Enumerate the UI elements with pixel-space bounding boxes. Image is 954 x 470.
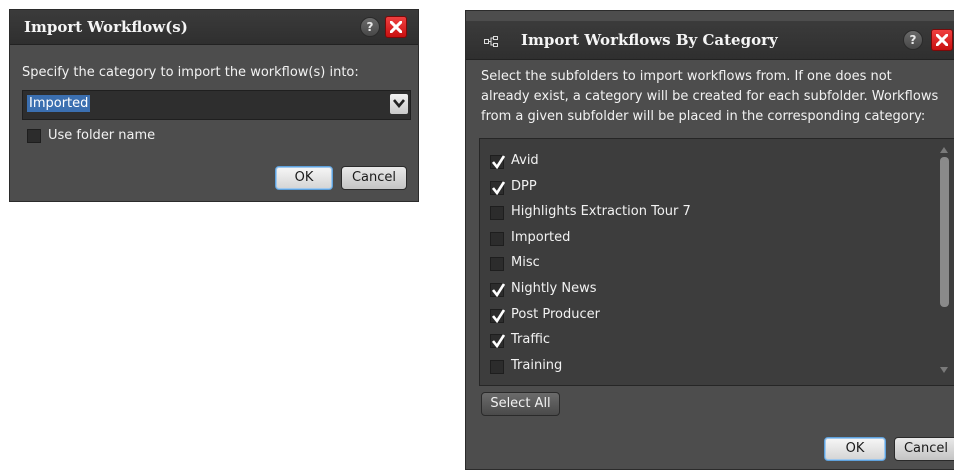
cancel-button[interactable]: Cancel	[341, 166, 407, 190]
subfolder-checkbox[interactable]	[490, 334, 505, 349]
checkmark-icon	[492, 180, 505, 195]
category-select[interactable]: Imported	[22, 90, 411, 120]
dialog-title: Import Workflows By Category	[521, 31, 778, 49]
subfolder-list[interactable]: Avid DPP Highlights Extraction Tour 7 Impor…	[479, 138, 954, 386]
dialog-title: Import Workflow(s)	[24, 18, 188, 36]
close-icon	[936, 34, 948, 46]
dialog-titlebar[interactable]: Import Workflow(s) ?	[10, 10, 418, 45]
checkmark-icon	[492, 334, 505, 349]
checkmark-icon	[492, 283, 505, 297]
subfolder-label: Traffic	[511, 332, 551, 348]
close-icon	[390, 21, 402, 33]
import-by-category-dialog: Import Workflows By Category ? Select th…	[465, 10, 954, 470]
category-select-value: Imported	[27, 95, 91, 112]
close-button[interactable]	[931, 29, 953, 51]
scroll-down-arrow[interactable]	[939, 365, 949, 375]
dialog-titlebar[interactable]: Import Workflows By Category ?	[466, 21, 954, 60]
subfolder-label: Avid	[511, 153, 539, 168]
subfolder-label: Misc	[511, 255, 540, 271]
help-button[interactable]: ?	[903, 30, 923, 50]
subfolder-label: Post Producer	[511, 306, 600, 322]
category-tree-icon	[484, 33, 498, 52]
subfolder-checkbox[interactable]	[490, 308, 505, 323]
scroll-up-arrow[interactable]	[939, 145, 949, 155]
ok-button[interactable]: OK	[824, 437, 886, 461]
subfolder-checkbox[interactable]	[490, 359, 504, 374]
subfolder-checkbox[interactable]	[490, 155, 505, 169]
subfolder-label: Nightly News	[511, 281, 597, 296]
description-line-1: Select the subfolders to import workflow…	[481, 69, 892, 84]
select-all-button[interactable]: Select All	[481, 392, 560, 416]
ok-button[interactable]: OK	[275, 166, 333, 190]
import-workflows-dialog: Import Workflow(s) ? Specify the categor…	[9, 9, 419, 202]
chevron-down-icon	[393, 99, 405, 108]
dropdown-arrow[interactable]	[390, 94, 408, 114]
subfolder-checkbox[interactable]	[490, 206, 504, 221]
checkmark-icon	[492, 308, 505, 323]
use-folder-name-label: Use folder name	[48, 128, 156, 143]
scrollbar-thumb[interactable]	[940, 157, 949, 307]
description-line-2: already exist, a category will be create…	[481, 89, 939, 104]
checkmark-icon	[492, 155, 505, 169]
close-button[interactable]	[385, 16, 407, 38]
subfolder-label: Highlights Extraction Tour 7	[511, 204, 691, 220]
subfolder-checkbox[interactable]	[490, 180, 505, 195]
subfolder-label: DPP	[511, 178, 537, 194]
category-prompt: Specify the category to import the workf…	[22, 65, 359, 80]
subfolder-checkbox[interactable]	[490, 231, 504, 246]
subfolder-label: Training	[511, 357, 563, 373]
description-line-3: from a given subfolder will be placed in…	[481, 109, 926, 124]
help-button[interactable]: ?	[360, 17, 380, 37]
use-folder-name-checkbox[interactable]	[27, 129, 41, 143]
subfolder-label: Imported	[511, 229, 571, 245]
subfolder-checkbox[interactable]	[490, 283, 505, 297]
cancel-button[interactable]: Cancel	[894, 437, 954, 461]
subfolder-checkbox[interactable]	[490, 257, 504, 272]
